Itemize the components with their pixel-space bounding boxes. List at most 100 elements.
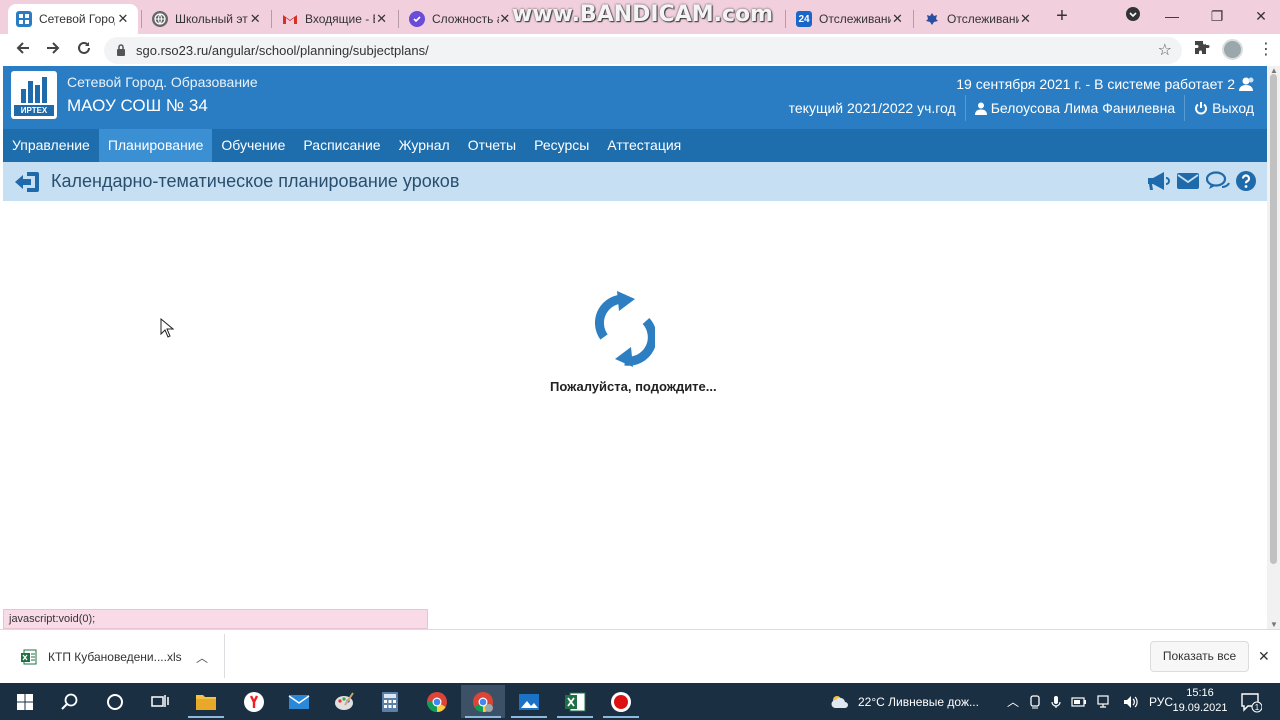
content-area: Пожалуйста, подождите... [3,201,1267,629]
tab-close-icon[interactable]: ✕ [1019,11,1032,27]
reload-icon [78,41,90,54]
school-year[interactable]: текущий 2021/2022 уч.год [789,100,956,116]
taskbar-excel[interactable] [553,685,597,718]
mouse-cursor-icon [160,318,174,338]
yandex-browser-icon [244,691,264,712]
address-bar[interactable]: sgo.rso23.ru/angular/school/planning/sub… [104,37,1182,64]
tab-complexity[interactable]: Сложность а ✕ [401,4,519,34]
page-title-bar: Календарно-тематическое планирование уро… [3,162,1267,201]
taskbar-paint[interactable] [322,685,366,718]
restore-button[interactable]: ❐ [1205,6,1229,26]
taskbar-explorer[interactable] [184,685,228,718]
nav-item-reports[interactable]: Отчеты [459,129,525,162]
nav-item-management[interactable]: Управление [3,129,99,162]
users-icon [1239,77,1254,91]
taskbar-bandicam[interactable] [599,685,643,718]
back-button[interactable] [11,38,35,62]
calculator-icon [382,691,398,712]
tab-tracking-2[interactable]: Отслеживани ✕ [916,4,1040,34]
browser-menu-icon[interactable]: ⋮ [1258,39,1274,59]
forward-button[interactable] [41,38,65,62]
weather-widget[interactable]: 22°C Ливневые дож... [830,683,979,720]
tab-sgo[interactable]: Сетевой Город ✕ [8,4,138,34]
keyboard-language[interactable]: РУС [1149,695,1173,709]
battery-icon[interactable] [1071,696,1087,708]
bookmark-star-icon[interactable]: ☆ [1158,40,1172,60]
paint-icon [335,691,354,710]
tab-tracking-1[interactable]: 24 Отслеживани ✕ [788,4,912,34]
loading-text: Пожалуйста, подождите... [550,379,717,394]
volume-icon[interactable] [1123,695,1139,709]
taskbar-chrome-active[interactable] [461,685,505,718]
reload-button[interactable] [72,38,96,62]
taskbar-chrome[interactable] [415,685,459,718]
help-icon[interactable] [1235,170,1259,192]
chat-icon[interactable] [1206,170,1230,192]
close-download-bar-icon[interactable]: ✕ [1258,648,1270,665]
search-button[interactable] [48,685,92,718]
network-icon[interactable] [1097,694,1113,709]
chevron-down-icon [1126,7,1140,21]
taskbar-clock[interactable]: 15:16 19.09.2021 [1172,686,1228,716]
tab-close-icon[interactable]: ✕ [116,11,130,27]
profile-avatar[interactable] [1222,39,1243,60]
chevron-up-icon[interactable]: ︿ [196,649,208,666]
tab-close-icon[interactable]: ✕ [891,11,904,27]
page-title: Календарно-тематическое планирование уро… [51,171,460,191]
page-scrollbar[interactable]: ▲ ▼ [1267,66,1280,629]
close-window-button[interactable]: ✕ [1249,6,1273,26]
logout-link[interactable]: Выход [1212,100,1254,116]
nav-item-planning[interactable]: Планирование [98,129,213,162]
back-arrow-icon[interactable] [14,171,40,193]
scrollbar-thumb[interactable] [1270,74,1277,564]
weather-text: 22°C Ливневые дож... [858,694,979,709]
taskbar-calculator[interactable] [368,685,412,718]
divider [1184,95,1186,121]
new-tab-button[interactable]: + [1052,6,1072,26]
sgo-icon [16,11,32,27]
tab-close-icon[interactable]: ✕ [375,11,388,27]
nav-item-learning[interactable]: Обучение [212,129,294,162]
tab-school[interactable]: Школьный эт ✕ [144,4,270,34]
24-icon: 24 [796,11,812,27]
tray-chevron-up-icon[interactable]: ︿ [1007,693,1019,710]
nav-item-journal[interactable]: Журнал [390,129,459,162]
tab-separator [271,10,272,28]
windows-logo-icon [17,693,33,710]
nav-item-resources[interactable]: Ресурсы [525,129,598,162]
minimize-button[interactable]: — [1160,6,1184,26]
extensions-icon[interactable] [1192,40,1212,60]
user-name[interactable]: Белоусова Лима Фанилевна [991,100,1175,116]
divider [224,634,225,678]
download-item[interactable]: КТП Кубановедени....xls ︿ [14,640,224,674]
taskbar-mail[interactable] [277,685,321,718]
scroll-down-icon[interactable]: ▼ [1270,620,1278,629]
irtech-logo[interactable]: ИРТЕХ [11,71,57,119]
cortana-button[interactable] [93,685,137,718]
brand-subtitle: Сетевой Город. Образование [67,74,258,90]
taskbar-photos[interactable] [507,685,551,718]
tab-search-button[interactable] [1121,6,1145,26]
site-header: ИРТЕХ Сетевой Город. Образование МАОУ СО… [3,66,1267,129]
weather-cloud-icon [831,695,848,708]
tab-title: Отслеживани [819,12,891,26]
mail-icon[interactable] [1176,170,1200,192]
start-button[interactable] [3,685,47,718]
date-online-users[interactable]: 19 сентября 2021 г. - В системе работает… [956,76,1235,92]
nav-item-schedule[interactable]: Расписание [294,129,389,162]
notification-center-icon[interactable]: 1 [1240,691,1262,713]
header-user-row: текущий 2021/2022 уч.год Белоусова Лима … [789,95,1254,121]
task-view-button[interactable] [138,685,182,718]
microphone-icon[interactable] [1051,695,1061,709]
meet-now-icon[interactable] [1029,694,1041,709]
show-all-downloads-button[interactable]: Показать все [1150,641,1249,672]
taskbar-yandex[interactable] [232,685,276,718]
tab-gmail[interactable]: Входящие - E ✕ [274,4,396,34]
nav-item-attestation[interactable]: Аттестация [598,129,690,162]
tab-close-icon[interactable]: ✕ [248,11,262,27]
clock-date: 19.09.2021 [1172,702,1228,714]
megaphone-icon[interactable] [1146,170,1170,192]
tab-close-icon[interactable]: ✕ [499,11,511,27]
cortana-icon [107,693,123,710]
system-tray: ︿ РУС [1007,683,1173,720]
